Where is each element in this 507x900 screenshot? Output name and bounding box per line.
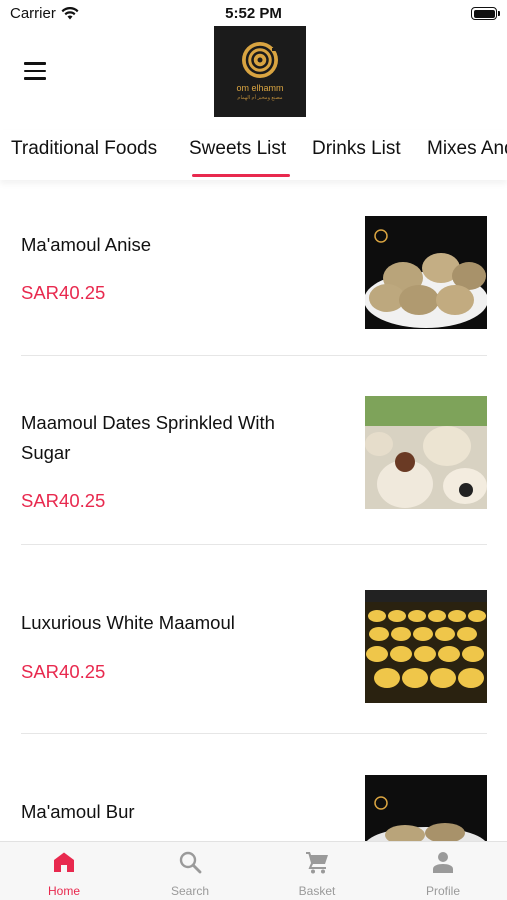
tabbar-profile[interactable]: Profile bbox=[380, 842, 506, 900]
tab-sweets-list[interactable]: Sweets List bbox=[189, 138, 286, 160]
tab-traditional-foods[interactable]: Traditional Foods bbox=[11, 138, 157, 160]
tabbar-basket[interactable]: Basket bbox=[254, 842, 380, 900]
app-header: om elhamm مصنع ومخبز أم الهمام bbox=[0, 26, 507, 118]
dates-maamoul-photo[interactable] bbox=[365, 396, 487, 509]
cart-icon bbox=[306, 852, 328, 874]
tab-mixes[interactable]: Mixes And bbox=[427, 138, 507, 160]
active-tab-indicator bbox=[192, 174, 290, 177]
anise-maamoul-photo[interactable] bbox=[365, 216, 487, 329]
home-icon bbox=[54, 852, 74, 872]
tabbar-label: Search bbox=[170, 884, 210, 898]
product-price: SAR40.25 bbox=[21, 661, 106, 682]
logo-subtext: مصنع ومخبز أم الهمام bbox=[237, 95, 283, 101]
white-maamoul-photo[interactable] bbox=[365, 590, 487, 703]
search-icon bbox=[179, 851, 202, 874]
product-price: SAR40.25 bbox=[21, 282, 106, 303]
product-price: SAR40.25 bbox=[21, 490, 106, 511]
status-time: 5:52 PM bbox=[225, 5, 282, 22]
logo-text: om elhamm bbox=[236, 83, 284, 93]
divider bbox=[21, 733, 487, 734]
spiral-logo-icon bbox=[242, 42, 278, 78]
category-tabs: Traditional Foods Sweets List Drinks Lis… bbox=[0, 130, 507, 180]
product-name: Ma'amoul Anise bbox=[21, 234, 152, 255]
product-name: Luxurious White Maamoul bbox=[21, 612, 235, 633]
tabbar-label: Profile bbox=[425, 884, 460, 898]
bur-maamoul-photo[interactable] bbox=[365, 775, 487, 841]
bottom-tab-bar: Home Search Basket Profile bbox=[0, 841, 507, 900]
tabbar-label: Home bbox=[47, 884, 80, 898]
divider bbox=[21, 544, 487, 545]
tabbar-label: Basket bbox=[298, 884, 336, 898]
battery-icon bbox=[471, 7, 500, 20]
product-name: Maamoul Dates Sprinkled With Sugar bbox=[21, 412, 275, 463]
tab-drinks-list[interactable]: Drinks List bbox=[312, 138, 401, 160]
brand-logo: om elhamm مصنع ومخبز أم الهمام bbox=[214, 26, 306, 117]
hamburger-menu-icon[interactable] bbox=[24, 62, 46, 80]
tabbar-home[interactable]: Home bbox=[1, 842, 127, 900]
status-bar: Carrier 5:52 PM bbox=[0, 0, 507, 26]
product-name: Ma'amoul Bur bbox=[21, 801, 135, 822]
tabbar-search[interactable]: Search bbox=[127, 842, 253, 900]
person-icon bbox=[433, 852, 453, 873]
divider bbox=[21, 355, 487, 356]
